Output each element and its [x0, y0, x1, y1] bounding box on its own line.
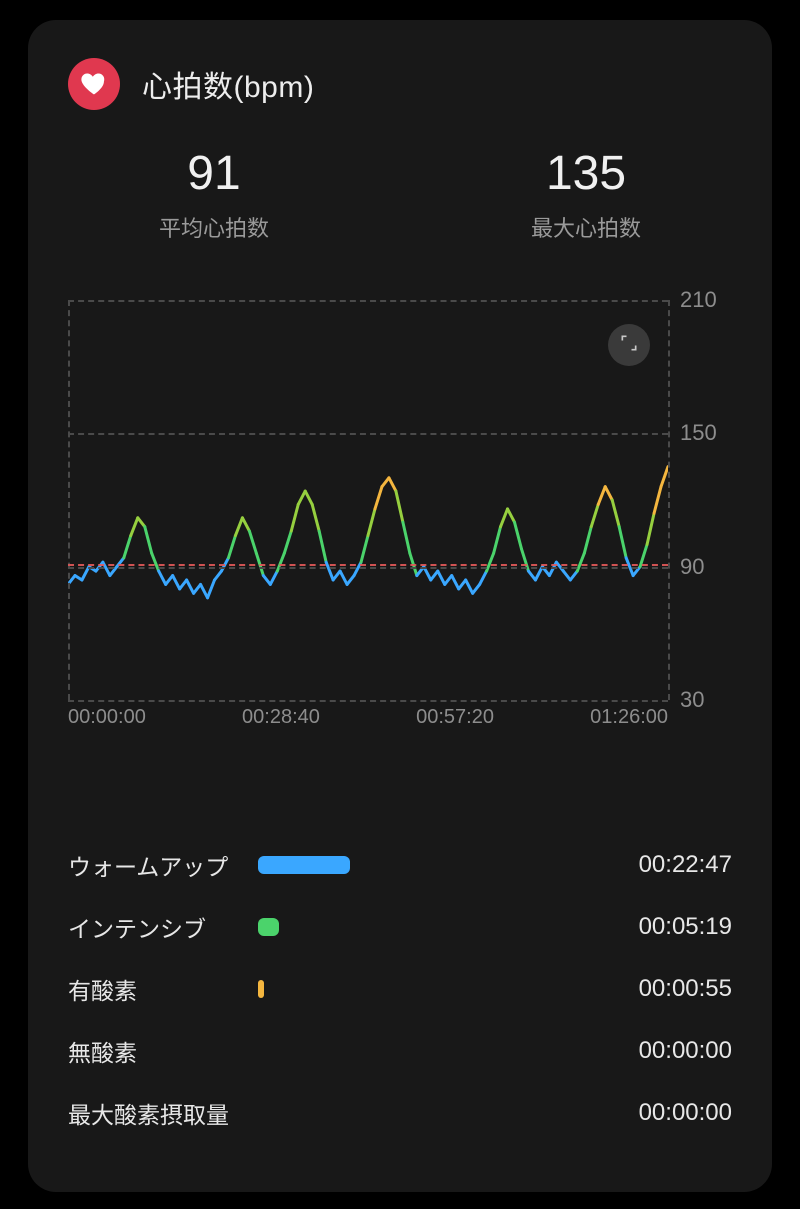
hr-zone-bar-track	[258, 980, 604, 998]
hr-zone-list: ウォームアップ 00:22:47 インテンシブ 00:05:19 有酸素 00:00:55…	[68, 834, 732, 1144]
hr-zone-label: 無酸素	[68, 1034, 258, 1068]
hr-zone-bar-track	[258, 1104, 604, 1122]
hr-zone-time: 00:00:00	[604, 1037, 732, 1065]
chart-x-tick: 00:28:40	[242, 706, 320, 729]
chart-y-tick: 210	[680, 287, 717, 313]
chart-x-ticks: 00:00:00 00:28:40 00:57:20 01:26:00	[68, 706, 668, 729]
stats-row: 91 平均心拍数 135 最大心拍数	[28, 148, 772, 243]
hr-zone-bar	[258, 856, 350, 874]
avg-hr-value: 91	[28, 148, 400, 201]
avg-hr-stat: 91 平均心拍数	[28, 148, 400, 243]
chart-gridline	[68, 433, 668, 435]
card-title: 心拍数(bpm)	[142, 62, 314, 106]
hr-zone-bar-track	[258, 1042, 604, 1060]
heart-rate-card: 心拍数(bpm) 91 平均心拍数 135 最大心拍数 309	[28, 20, 772, 1192]
max-hr-stat: 135 最大心拍数	[400, 148, 772, 243]
avg-hr-guideline	[68, 564, 668, 566]
hr-zone-row: 有酸素 00:00:55	[68, 958, 732, 1020]
hr-zone-row: 最大酸素摂取量 00:00:00	[68, 1082, 732, 1144]
hr-zone-label: インテンシブ	[68, 910, 258, 944]
max-hr-label: 最大心拍数	[400, 211, 772, 243]
expand-icon	[619, 333, 639, 358]
hr-zone-label: 有酸素	[68, 972, 258, 1006]
hr-zone-bar	[258, 918, 279, 936]
hr-zone-bar-track	[258, 918, 604, 936]
chart-y-tick: 30	[680, 687, 704, 713]
chart-gridline	[68, 700, 668, 702]
hr-zone-label: 最大酸素摂取量	[68, 1096, 258, 1130]
hr-chart: 3090150210 00:00:0000:28:4000:57:2001:26…	[68, 300, 732, 730]
chart-x-tick: 00:57:20	[416, 706, 494, 729]
max-hr-value: 135	[400, 148, 772, 201]
avg-hr-label: 平均心拍数	[28, 211, 400, 243]
hr-zone-bar	[258, 980, 264, 998]
chart-x-tick: 01:26:00	[590, 706, 668, 729]
hr-zone-row: ウォームアップ 00:22:47	[68, 834, 732, 896]
expand-chart-button[interactable]	[608, 324, 650, 366]
hr-zone-time: 00:05:19	[604, 913, 732, 941]
hr-zone-bar-track	[258, 856, 604, 874]
hr-zone-time: 00:22:47	[604, 851, 732, 879]
hr-zone-label: ウォームアップ	[68, 848, 258, 882]
chart-gridline	[668, 300, 670, 700]
chart-y-tick: 150	[680, 420, 717, 446]
hr-zone-row: 無酸素 00:00:00	[68, 1020, 732, 1082]
chart-gridline	[68, 300, 70, 700]
hr-zone-time: 00:00:55	[604, 975, 732, 1003]
card-header: 心拍数(bpm)	[68, 58, 314, 110]
hr-zone-time: 00:00:00	[604, 1099, 732, 1127]
chart-y-tick: 90	[680, 554, 704, 580]
hr-line-series	[68, 300, 668, 700]
chart-x-tick: 00:00:00	[68, 706, 146, 729]
chart-gridline	[68, 567, 668, 569]
chart-gridline	[68, 300, 668, 302]
hr-zone-row: インテンシブ 00:05:19	[68, 896, 732, 958]
heart-icon	[68, 58, 120, 110]
chart-plot-area	[68, 300, 668, 700]
